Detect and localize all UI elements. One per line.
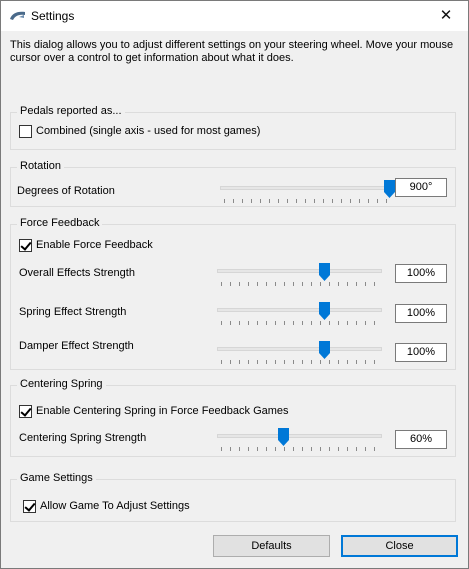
pedals-group: Pedals reported as... Combined (single a… — [10, 105, 456, 150]
enable-centering-spring-checkbox[interactable] — [19, 405, 32, 418]
overall-slider-track — [217, 269, 382, 273]
damper-slider-ticks — [221, 360, 378, 364]
damper-strength-label: Damper Effect Strength — [19, 340, 134, 352]
game-settings-group: Game Settings Allow Game To Adjust Setti… — [10, 472, 456, 522]
enable-force-feedback-label: Enable Force Feedback — [36, 239, 153, 251]
damper-strength-value[interactable]: 100% — [395, 343, 447, 362]
overall-strength-slider[interactable] — [217, 263, 382, 291]
overall-strength-value[interactable]: 100% — [395, 264, 447, 283]
steering-wheel-icon — [10, 11, 25, 20]
combined-checkbox[interactable] — [19, 125, 32, 138]
centering-strength-label: Centering Spring Strength — [19, 432, 147, 444]
close-button[interactable]: Close — [341, 535, 458, 557]
close-window-icon[interactable]: ✕ — [424, 1, 468, 31]
allow-game-adjust-checkbox[interactable] — [23, 500, 36, 513]
centering-slider-thumb[interactable] — [278, 428, 289, 446]
centering-slider-ticks — [221, 447, 378, 451]
damper-slider-track — [217, 347, 382, 351]
enable-centering-spring-label: Enable Centering Spring in Force Feedbac… — [36, 405, 289, 417]
force-feedback-group: Force Feedback Enable Force Feedback Ove… — [10, 217, 456, 370]
damper-slider-thumb[interactable] — [319, 341, 331, 359]
centering-strength-slider[interactable] — [217, 428, 382, 456]
defaults-button[interactable]: Defaults — [213, 535, 330, 557]
pedals-group-title: Pedals reported as... — [17, 105, 125, 117]
spring-slider-thumb[interactable] — [319, 302, 331, 320]
spring-strength-value[interactable]: 100% — [395, 304, 447, 323]
spring-slider-track — [217, 308, 382, 312]
damper-strength-slider[interactable] — [217, 341, 382, 369]
intro-text: This dialog allows you to adjust differe… — [10, 39, 454, 64]
degrees-slider-thumb[interactable] — [383, 180, 395, 198]
title-bar: Settings ✕ — [1, 1, 468, 31]
centering-spring-group-title: Centering Spring — [17, 378, 106, 390]
degrees-slider-ticks — [224, 199, 388, 203]
rotation-group: Rotation Degrees of Rotation 900° — [10, 160, 456, 208]
allow-game-adjust-label: Allow Game To Adjust Settings — [40, 500, 190, 512]
overall-slider-ticks — [221, 282, 378, 286]
window-title: Settings — [31, 9, 75, 23]
rotation-group-title: Rotation — [17, 160, 64, 172]
centering-spring-group: Centering Spring Enable Centering Spring… — [10, 378, 456, 457]
overall-strength-label: Overall Effects Strength — [19, 267, 135, 279]
game-settings-group-title: Game Settings — [17, 472, 96, 484]
enable-force-feedback-checkbox[interactable] — [19, 239, 32, 252]
force-feedback-group-title: Force Feedback — [17, 217, 103, 229]
combined-label: Combined (single axis - used for most ga… — [36, 125, 261, 137]
degrees-value[interactable]: 900° — [395, 178, 447, 197]
degrees-label: Degrees of Rotation — [17, 185, 115, 197]
degrees-slider-track — [220, 186, 392, 190]
overall-slider-thumb[interactable] — [319, 263, 331, 281]
degrees-slider[interactable] — [220, 180, 395, 208]
spring-slider-ticks — [221, 321, 378, 325]
spring-strength-label: Spring Effect Strength — [19, 306, 127, 318]
centering-slider-track — [217, 434, 382, 438]
centering-strength-value[interactable]: 60% — [395, 430, 447, 449]
spring-strength-slider[interactable] — [217, 302, 382, 330]
